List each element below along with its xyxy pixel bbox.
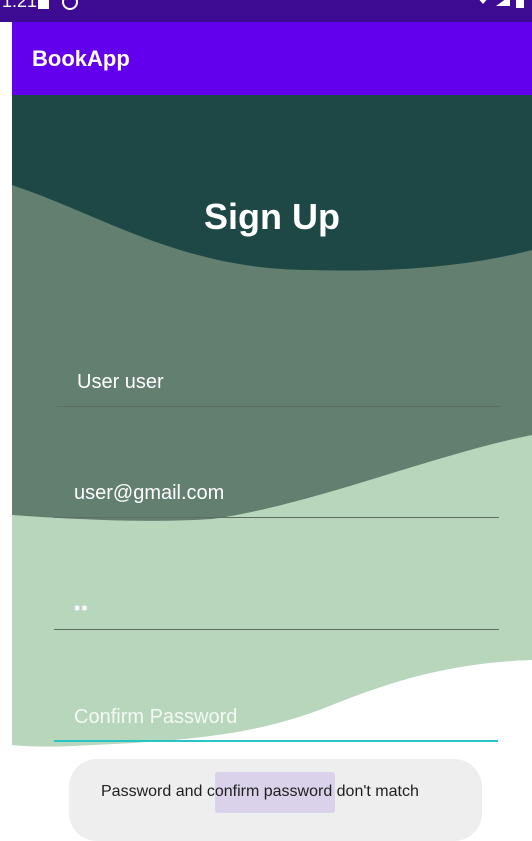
signal-battery-icon [479, 0, 524, 8]
name-field-value: User user [77, 371, 164, 393]
name-field-underline [57, 406, 501, 407]
password-field-underline [54, 629, 499, 630]
status-bar: 1:21 [0, 0, 532, 22]
confirm-password-field[interactable]: Confirm Password [54, 692, 498, 742]
status-time: 1:21 [2, 0, 38, 11]
email-field-underline [54, 517, 499, 518]
email-field-value: user@gmail.com [74, 482, 225, 504]
sync-icon [62, 0, 78, 10]
app-bar: BookApp [12, 22, 532, 95]
notification-icon [38, 0, 49, 9]
name-field[interactable]: User user [57, 357, 501, 407]
confirm-password-underline [54, 740, 498, 742]
password-field-value: •• [74, 598, 89, 618]
email-field[interactable]: user@gmail.com [54, 468, 499, 518]
confirm-password-placeholder: Confirm Password [74, 706, 238, 728]
password-field[interactable]: •• [54, 580, 499, 630]
app-title: BookApp [32, 46, 130, 71]
toast-message: Password and confirm password don't matc… [101, 783, 419, 800]
page-title: Sign Up [204, 196, 340, 237]
